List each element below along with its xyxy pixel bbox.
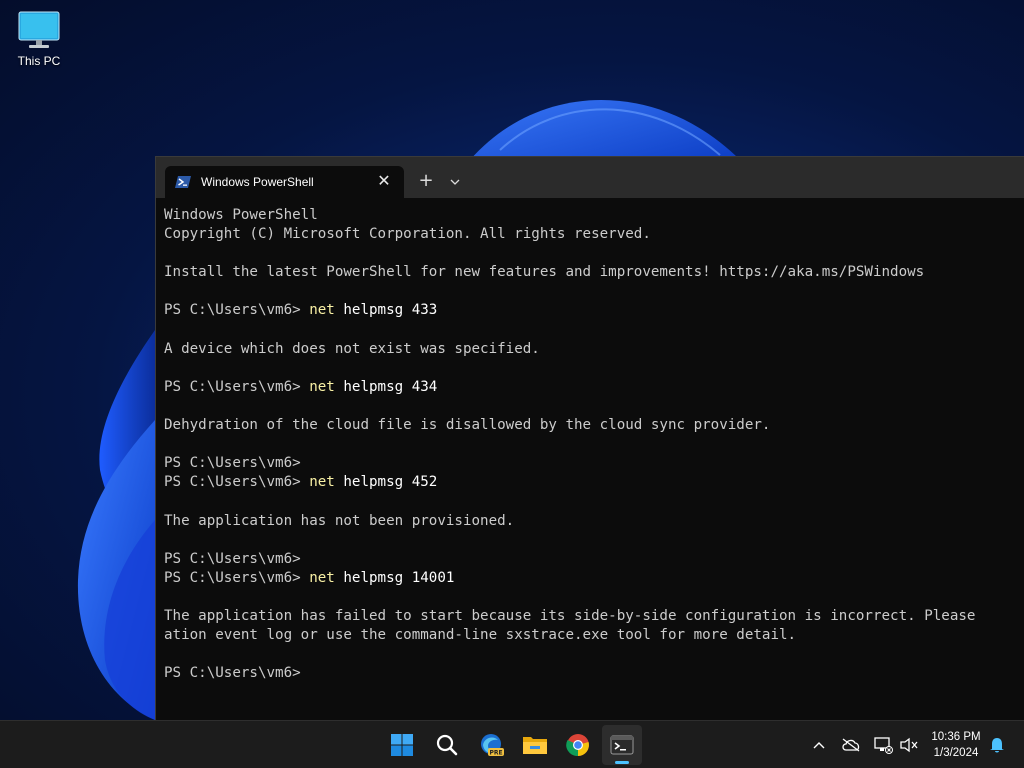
console-output-line: Install the latest PowerShell for new fe…	[164, 264, 925, 281]
tab-windows-powershell[interactable]: Windows PowerShell ✕	[165, 166, 404, 198]
prompt-text: PS C:\Users\vm6>	[164, 302, 310, 319]
prompt-text: PS C:\Users\vm6>	[164, 378, 310, 395]
terminal-window[interactable]: Windows PowerShell ✕ + Windows PowerShel…	[155, 156, 1024, 720]
chevron-down-icon[interactable]	[444, 171, 466, 193]
svg-text:PRE: PRE	[489, 750, 502, 757]
terminal-icon	[610, 735, 634, 755]
edge-button[interactable]: PRE	[472, 725, 512, 765]
network-icon	[874, 737, 893, 754]
command-name: net	[309, 302, 335, 319]
console-output-line: Copyright (C) Microsoft Corporation. All…	[164, 226, 651, 243]
title-bar[interactable]: Windows PowerShell ✕ +	[156, 157, 1024, 198]
bell-icon	[990, 738, 1004, 753]
folder-icon	[523, 737, 547, 754]
chrome-button[interactable]	[558, 725, 598, 765]
clock[interactable]: 10:36 PM 1/3/2024	[924, 729, 988, 761]
volume-muted-icon	[900, 737, 918, 753]
prompt-text: PS C:\Users\vm6>	[164, 455, 301, 472]
network-button[interactable]	[872, 733, 894, 757]
console-prompt-line: PS C:\Users\vm6>	[164, 550, 1024, 569]
volume-button[interactable]	[898, 733, 920, 757]
active-app-indicator	[615, 761, 629, 764]
console-output-line: ation event log or use the command-line …	[164, 627, 797, 644]
monitor-icon	[18, 11, 60, 48]
console-output-line: The application has not been provisioned…	[164, 512, 515, 529]
command-args: helpmsg 433	[334, 302, 438, 319]
command-args: helpmsg 14001	[334, 569, 455, 586]
console-output-line: A device which does not exist was specif…	[164, 340, 540, 357]
console-prompt-line: PS C:\Users\vm6> net helpmsg 433	[164, 301, 1024, 320]
search-button[interactable]	[427, 725, 467, 765]
console-prompt-line: PS C:\Users\vm6> net helpmsg 14001	[164, 569, 1024, 588]
prompt-text: PS C:\Users\vm6>	[164, 665, 301, 682]
file-explorer-button[interactable]	[515, 725, 555, 765]
prompt-text: PS C:\Users\vm6>	[164, 474, 310, 491]
onedrive-status-button[interactable]	[840, 733, 862, 757]
taskbar: PRE 10:36 PM 1/3/2024	[0, 720, 1024, 768]
console-prompt-line: PS C:\Users\vm6> net helpmsg 452	[164, 473, 1024, 492]
edge-dev-icon: PRE	[481, 734, 504, 757]
clock-date: 1/3/2024	[933, 747, 979, 759]
show-hidden-icons-button[interactable]	[810, 733, 828, 757]
console-output-line: The application has failed to start beca…	[164, 607, 976, 624]
command-args: helpmsg 452	[334, 474, 438, 491]
desktop-icon-this-pc[interactable]: This PC	[8, 10, 70, 76]
command-name: net	[309, 378, 335, 395]
console-prompt-line: PS C:\Users\vm6>	[164, 454, 1024, 473]
start-button[interactable]	[382, 725, 422, 765]
prompt-text: PS C:\Users\vm6>	[164, 569, 310, 586]
notifications-button[interactable]	[988, 733, 1006, 757]
tab-title: Windows PowerShell	[201, 175, 314, 189]
chevron-up-icon	[813, 742, 825, 749]
command-name: net	[309, 474, 335, 491]
close-tab-icon[interactable]: ✕	[376, 173, 392, 189]
console-prompt-line: PS C:\Users\vm6> net helpmsg 434	[164, 378, 1024, 397]
console-output-line: Windows PowerShell	[164, 207, 318, 223]
chrome-icon	[566, 734, 589, 757]
console-output-line: Dehydration of the cloud file is disallo…	[164, 417, 771, 434]
desktop-icon-label: This PC	[17, 54, 61, 68]
command-name: net	[309, 569, 335, 586]
command-args: helpmsg 434	[334, 378, 438, 395]
search-icon	[436, 734, 458, 756]
console-output[interactable]: Windows PowerShell Copyright (C) Microsof…	[164, 206, 1024, 683]
clock-time: 10:36 PM	[931, 731, 981, 743]
cloud-off-icon	[842, 738, 860, 752]
new-tab-button[interactable]: +	[414, 171, 438, 193]
terminal-button[interactable]	[602, 725, 642, 765]
prompt-text: PS C:\Users\vm6>	[164, 550, 301, 567]
console-prompt-line: PS C:\Users\vm6>	[164, 664, 1024, 683]
windows-logo-icon	[391, 734, 413, 756]
powershell-icon	[175, 176, 191, 188]
